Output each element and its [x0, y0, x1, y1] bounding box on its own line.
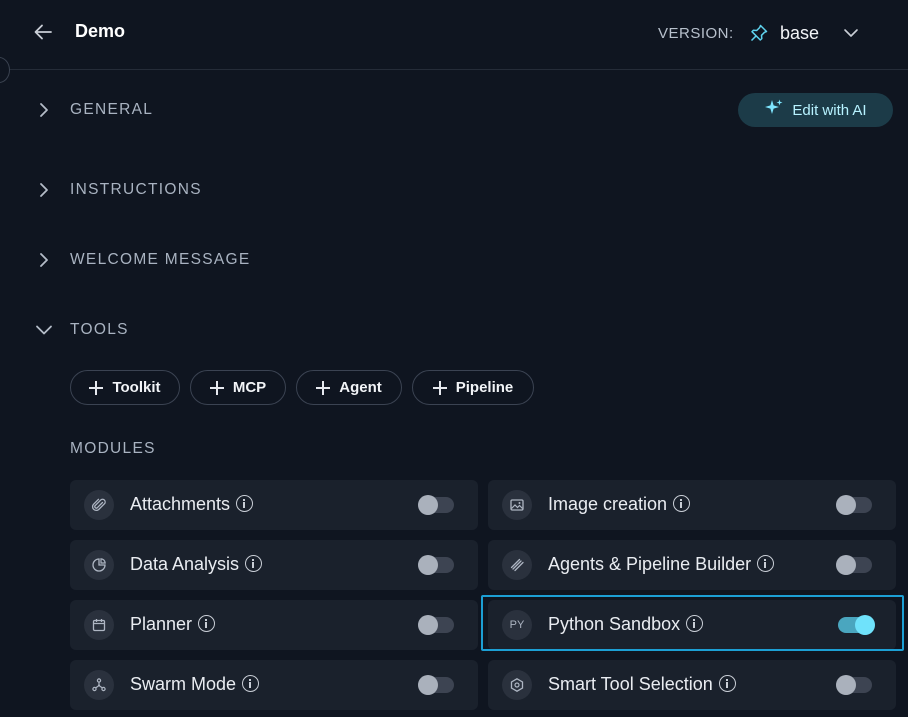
info-icon[interactable] — [242, 674, 260, 692]
module-name: Smart Tool Selection — [548, 674, 736, 695]
version-select[interactable]: base — [748, 18, 860, 48]
calendar-icon — [84, 610, 114, 640]
smart-tool-selection-toggle[interactable] — [836, 675, 872, 695]
edit-with-ai-label: Edit with AI — [792, 101, 867, 119]
back-arrow-icon[interactable] — [30, 19, 56, 45]
python-sandbox-toggle[interactable] — [838, 615, 875, 635]
page-title: Demo — [75, 21, 126, 41]
module-swarm-mode: Swarm Mode — [70, 660, 478, 710]
info-icon[interactable] — [757, 554, 775, 572]
info-icon[interactable] — [245, 554, 263, 572]
add-toolkit-label: Toolkit — [112, 379, 161, 396]
info-icon[interactable] — [718, 674, 736, 692]
module-image-creation: Image creation — [488, 480, 896, 530]
add-mcp-label: MCP — [232, 379, 267, 396]
chevron-right-icon — [30, 246, 58, 274]
pin-icon — [748, 22, 770, 44]
add-mcp-button[interactable]: MCP — [190, 370, 286, 405]
add-toolkit-button[interactable]: Toolkit — [70, 370, 180, 405]
plus-icon — [432, 380, 447, 395]
chevron-right-icon — [30, 96, 58, 124]
section-label: INSTRUCTIONS — [70, 181, 202, 198]
info-icon[interactable] — [673, 494, 691, 512]
module-name: Data Analysis — [130, 554, 263, 575]
module-name: Swarm Mode — [130, 674, 260, 695]
image-creation-toggle[interactable] — [836, 495, 872, 515]
section-tools[interactable]: TOOLS — [30, 316, 129, 344]
chevron-down-icon — [842, 24, 860, 42]
section-instructions[interactable]: INSTRUCTIONS — [30, 176, 202, 204]
plus-icon — [209, 380, 224, 395]
section-label: GENERAL — [70, 101, 154, 118]
modules-title: MODULES — [70, 440, 156, 457]
swarm-mode-toggle[interactable] — [418, 675, 454, 695]
info-icon[interactable] — [686, 614, 704, 632]
sparkle-icon — [764, 98, 784, 123]
hexagon-icon — [502, 670, 532, 700]
version-value: base — [780, 22, 820, 43]
section-general[interactable]: GENERAL — [30, 96, 153, 124]
add-agent-label: Agent — [339, 379, 382, 396]
planner-toggle[interactable] — [418, 615, 454, 635]
section-label: TOOLS — [70, 321, 129, 338]
agents-pipeline-builder-toggle[interactable] — [836, 555, 872, 575]
data-analysis-toggle[interactable] — [418, 555, 454, 575]
module-name: Agents & Pipeline Builder — [548, 554, 775, 575]
module-agents-pipeline-builder: Agents & Pipeline Builder — [488, 540, 896, 590]
plus-icon — [89, 380, 104, 395]
module-name: Attachments — [130, 494, 254, 515]
paperclip-icon — [84, 490, 114, 520]
chevron-down-icon — [30, 316, 58, 344]
module-python-sandbox: PY Python Sandbox — [488, 600, 896, 650]
header: Demo VERSION: base — [0, 0, 908, 70]
module-name: Planner — [130, 614, 216, 635]
image-icon — [502, 490, 532, 520]
module-data-analysis: Data Analysis — [70, 540, 478, 590]
add-pipeline-button[interactable]: Pipeline — [412, 370, 534, 405]
chevron-right-icon — [30, 176, 58, 204]
chart-pie-icon — [84, 550, 114, 580]
module-name: Python Sandbox — [548, 614, 704, 635]
module-name: Image creation — [548, 494, 691, 515]
add-pipeline-label: Pipeline — [455, 379, 514, 396]
edit-with-ai-button[interactable]: Edit with AI — [738, 93, 893, 127]
section-label: WELCOME MESSAGE — [70, 251, 251, 268]
module-planner: Planner — [70, 600, 478, 650]
section-welcome-message[interactable]: WELCOME MESSAGE — [30, 246, 251, 274]
builder-icon — [502, 550, 532, 580]
plus-icon — [316, 380, 331, 395]
attachments-toggle[interactable] — [418, 495, 454, 515]
info-icon[interactable] — [236, 494, 254, 512]
network-icon — [84, 670, 114, 700]
module-smart-tool-selection: Smart Tool Selection — [488, 660, 896, 710]
info-icon[interactable] — [198, 614, 216, 632]
module-attachments: Attachments — [70, 480, 478, 530]
version-label: VERSION: — [658, 25, 734, 42]
add-agent-button[interactable]: Agent — [296, 370, 402, 405]
python-icon: PY — [502, 610, 532, 640]
